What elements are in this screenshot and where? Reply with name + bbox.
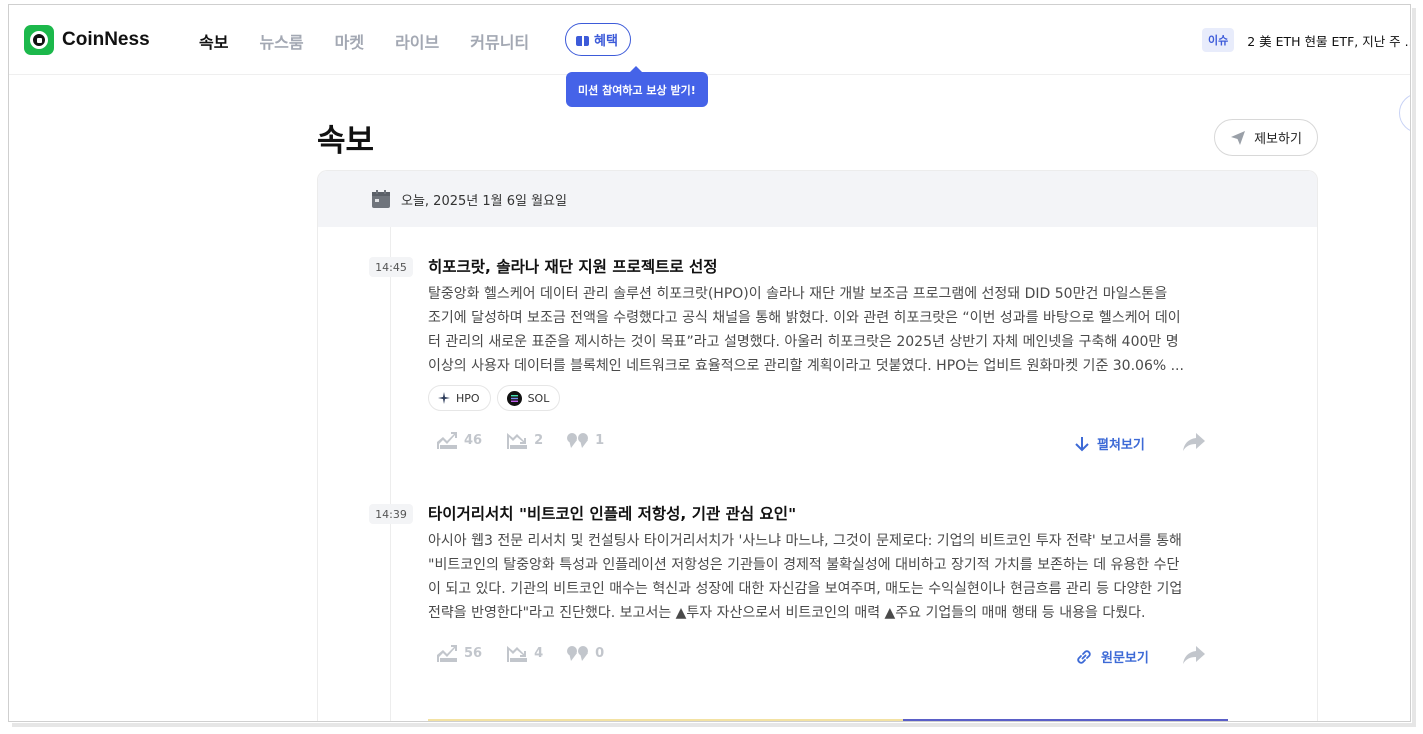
expand-button[interactable]: 펼쳐보기 <box>1075 434 1145 453</box>
nav-market[interactable]: 마켓 <box>335 29 364 53</box>
benefit-button[interactable]: 혜택 <box>565 23 631 56</box>
body-line: 아시아 웹3 전문 리서치 및 컨설팅사 타이거리서치가 '사느냐 마느냐, 그… <box>428 533 1182 549</box>
expand-label: 펼쳐보기 <box>1097 438 1145 453</box>
bearish-icon <box>507 646 528 662</box>
news-body: 아시아 웹3 전문 리서치 및 컨설팅사 타이거리서치가 '사느냐 마느냐, 그… <box>428 529 1228 625</box>
bullish-count: 56 <box>464 645 483 661</box>
time-badge: 14:45 <box>369 257 413 277</box>
brand-name: CoinNess <box>62 29 150 50</box>
site-header: CoinNess 속보 뉴스룸 마켓 라이브 커뮤니티 혜택 이슈 2 美 ET… <box>9 5 1411 75</box>
nav-breaking-news[interactable]: 속보 <box>199 29 228 53</box>
body-line: 터 관리의 새로운 표준을 제시하는 것이 목표”라고 설명했다. 아울러 히포… <box>428 334 1179 350</box>
date-text: 오늘, 2025년 1월 6일 월요일 <box>401 193 567 209</box>
body-line: 전략을 반영한다"라고 진단했다. 보고서는 ▲투자 자산으로서 비트코인의 매… <box>428 605 1146 621</box>
bearish-icon <box>507 433 528 449</box>
quote-icon <box>567 433 589 448</box>
reaction-bar: 56 4 0 <box>436 643 628 663</box>
body-line: "비트코인의 탈중앙화 특성과 인플레이션 저항성은 기관들이 경제적 불확실성… <box>428 557 1180 573</box>
bullish-button[interactable]: 56 <box>436 643 482 663</box>
source-link[interactable]: 원문보기 <box>1075 647 1149 666</box>
date-bar: 오늘, 2025년 1월 6일 월요일 <box>318 171 1317 227</box>
mission-tooltip[interactable]: 미션 참여하고 보상 받기! <box>566 66 708 107</box>
logo[interactable]: CoinNess <box>24 25 150 55</box>
issue-ticker[interactable]: 이슈 2 美 ETH 현물 ETF, 지난 주 ... <box>1202 28 1411 52</box>
share-icon <box>1183 646 1205 664</box>
hpo-coin-icon <box>438 392 450 404</box>
next-item-image-preview <box>428 719 1228 721</box>
bullish-icon <box>437 645 457 662</box>
benefit-label: 혜택 <box>594 34 618 49</box>
news-title[interactable]: 타이거리서치 "비트코인 인플레 저항성, 기관 관심 요인" <box>428 502 796 524</box>
bearish-count: 4 <box>534 645 544 661</box>
news-title[interactable]: 히포크랏, 솔라나 재단 지원 프로젝트로 선정 <box>428 255 718 277</box>
share-button[interactable] <box>1182 432 1206 456</box>
issue-text: 2 美 ETH 현물 ETF, 지난 주 ... <box>1247 33 1411 49</box>
sol-coin-icon <box>506 390 522 406</box>
comment-count: 1 <box>595 432 605 448</box>
bullish-icon <box>437 432 457 449</box>
report-label: 제보하기 <box>1254 132 1302 147</box>
comment-button[interactable]: 1 <box>567 432 604 448</box>
tag-sol[interactable]: SOL <box>496 385 561 411</box>
body-line: 이상의 사용자 데이터를 블록체인 네트워크로 효율적으로 관리할 계획이라고 … <box>428 358 1184 374</box>
share-button[interactable] <box>1182 645 1206 669</box>
coin-tags: HPO SOL <box>428 385 566 411</box>
source-label: 원문보기 <box>1101 651 1149 666</box>
coinness-logo-icon <box>24 25 54 55</box>
bullish-button[interactable]: 46 <box>436 430 482 450</box>
page-title: 속보 <box>317 123 375 159</box>
bearish-button[interactable]: 2 <box>506 430 543 450</box>
news-body: 탈중앙화 헬스케어 데이터 관리 솔루션 히포크랏(HPO)이 솔라나 재단 개… <box>428 282 1228 378</box>
floating-button[interactable] <box>1399 93 1410 133</box>
issue-badge: 이슈 <box>1202 28 1235 52</box>
timeline-line <box>390 227 391 721</box>
link-icon <box>1077 649 1091 664</box>
report-button[interactable]: 제보하기 <box>1214 119 1318 156</box>
gift-icon <box>576 33 589 46</box>
nav-newsroom[interactable]: 뉴스룸 <box>259 29 303 53</box>
share-icon <box>1183 433 1205 451</box>
comment-count: 0 <box>595 645 605 661</box>
nav-community[interactable]: 커뮤니티 <box>470 29 529 53</box>
reaction-bar: 46 2 1 <box>436 430 628 450</box>
time-badge: 14:39 <box>369 504 413 524</box>
bullish-count: 46 <box>464 432 483 448</box>
nav-live[interactable]: 라이브 <box>395 29 439 53</box>
tag-label: SOL <box>527 391 550 405</box>
body-line: 조기에 달성하며 보조금 전액을 수령했다고 공식 채널을 통해 밝혔다. 이와… <box>428 310 1181 326</box>
tag-label: HPO <box>456 391 480 405</box>
paper-plane-icon <box>1231 130 1246 145</box>
bearish-count: 2 <box>534 432 544 448</box>
arrow-down-icon <box>1075 436 1089 451</box>
comment-button[interactable]: 0 <box>567 645 604 661</box>
browser-viewport: CoinNess 속보 뉴스룸 마켓 라이브 커뮤니티 혜택 이슈 2 美 ET… <box>8 4 1411 722</box>
main-nav: 속보 뉴스룸 마켓 라이브 커뮤니티 <box>199 29 560 53</box>
body-line: 이 되고 있다. 기관의 비트코인 매수는 혁신과 성장에 대한 자신감을 보여… <box>428 581 1183 597</box>
tag-hpo[interactable]: HPO <box>428 385 491 411</box>
bearish-button[interactable]: 4 <box>506 643 543 663</box>
news-feed: 오늘, 2025년 1월 6일 월요일 14:45 히포크랏, 솔라나 재단 지… <box>317 170 1318 721</box>
body-line: 탈중앙화 헬스케어 데이터 관리 솔루션 히포크랏(HPO)이 솔라나 재단 개… <box>428 286 1168 302</box>
calendar-icon <box>372 190 390 208</box>
quote-icon <box>567 646 589 661</box>
